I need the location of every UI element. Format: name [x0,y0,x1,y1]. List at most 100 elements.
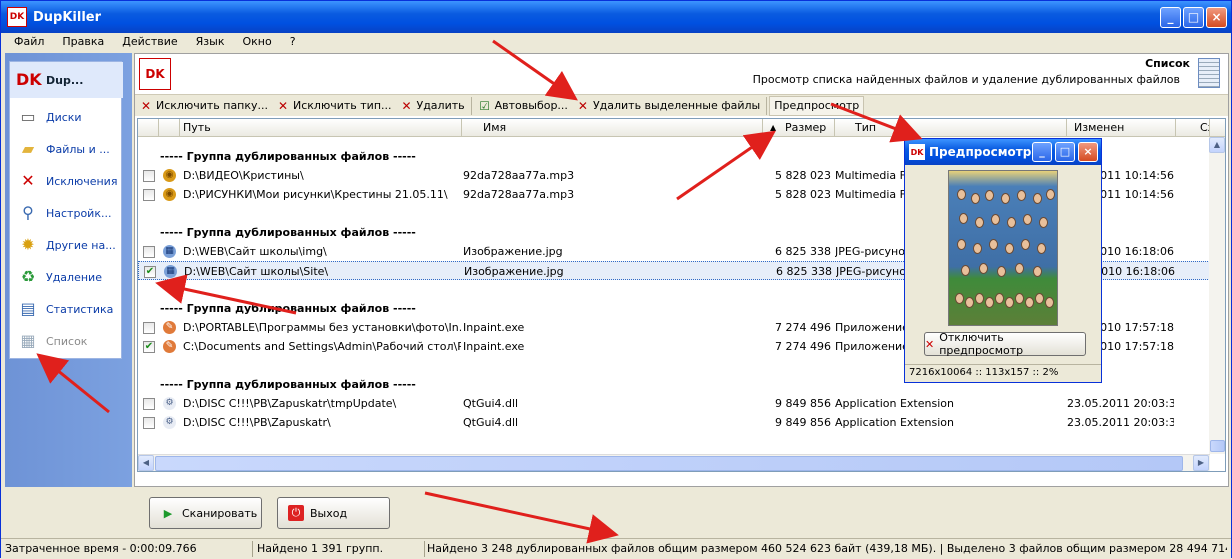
delete-selected-button[interactable]: ✕ Удалить выделенные файлы [572,96,764,116]
menu-file[interactable]: Файл [14,35,44,48]
nav-item-files[interactable]: ▰ Файлы и ... [10,134,123,164]
row-checkbox[interactable] [143,398,155,410]
menu-action[interactable]: Действие [122,35,177,48]
preview-label: Предпросмотр [774,99,860,112]
column-header-type[interactable]: Тип [835,119,1067,137]
preview-title-bar[interactable]: DK Предпросмотр _ □ × [905,139,1101,165]
nav-item-label: Список [46,334,88,348]
scroll-left-button[interactable]: ◀ [138,455,154,471]
nav-header[interactable]: DK Dup... [10,62,123,98]
status-elapsed: Затраченное время - 0:00:09.766 [5,542,197,555]
menu-help[interactable]: ? [290,35,296,48]
cell-type: Application Extension [835,416,954,429]
auto-select-button[interactable]: ☑ Автовыбор... [474,96,572,116]
cell-name: Inpaint.exe [463,340,525,353]
vertical-scroll-thumb[interactable] [1210,440,1225,452]
nav-item-exclusions[interactable]: ✕ Исключения [10,166,123,196]
exclude-folder-label: Исключить папку... [156,99,269,112]
preview-maximize-button[interactable]: □ [1055,142,1075,162]
cell-path: D:\WEB\Сайт школы\img\ [183,245,327,258]
cell-path: D:\PORTABLE\Программы без установки\фото… [183,321,461,334]
exclude-folder-button[interactable]: ✕ Исключить папку... [135,96,272,116]
horizontal-scroll-thumb[interactable] [155,456,1183,471]
nav-item-disks[interactable]: ▭ Диски [10,102,123,132]
gears-icon: ✹ [21,235,35,254]
vertical-scrollbar[interactable]: ▲ [1209,137,1225,454]
table-header: Путь Имя ▲ Размер Тип Изменен Сх [138,119,1225,137]
row-checkbox[interactable] [143,322,155,334]
menu-language[interactable]: Язык [196,35,225,48]
app-icon: ✎ [163,340,176,353]
nav-item-label: Удаление [46,270,102,284]
preview-close-button[interactable]: × [1078,142,1098,162]
scroll-up-button[interactable]: ▲ [1209,137,1225,153]
preview-window: DK Предпросмотр _ □ × ✕ Отключить предпр… [904,138,1102,383]
nav-item-delete[interactable]: ♻ Удаление [10,262,123,292]
close-button[interactable]: × [1206,7,1227,28]
column-header-size-label: Размер [785,121,827,134]
delete-button[interactable]: ✕ Удалить [396,96,469,116]
maximize-button[interactable]: □ [1183,7,1204,28]
column-header-path[interactable]: Путь [180,119,462,137]
dupkiller-logo-icon: DK [16,70,42,89]
toolbar: ✕ Исключить папку... ✕ Исключить тип... ✕ У… [135,94,1228,116]
recycle-icon: ♻ [20,267,36,286]
scan-label: Сканировать [182,506,258,520]
status-bar: Затраченное время - 0:00:09.766 Найдено … [1,538,1231,558]
menu-edit[interactable]: Правка [62,35,104,48]
horizontal-scrollbar[interactable]: ◀ ▶ [138,454,1210,471]
exclude-type-button[interactable]: ✕ Исключить тип... [272,96,395,116]
column-header-icon[interactable] [159,119,180,137]
cell-name: QtGui4.dll [463,416,519,429]
exclude-type-label: Исключить тип... [293,99,392,112]
disable-preview-button[interactable]: ✕ Отключить предпросмотр [924,331,1086,357]
dll-icon: ⚙ [163,397,176,410]
scan-button[interactable]: ▶ Сканировать [149,497,262,529]
cell-type: Application Extension [835,397,954,410]
nav-item-settings[interactable]: ⚲ Настройк... [10,198,123,228]
preview-toggle-button[interactable]: Предпросмотр [769,95,865,116]
menu-window[interactable]: Окно [242,35,271,48]
row-checkbox[interactable]: ✔ [143,341,155,353]
nav-item-label: Статистика [46,302,114,316]
exclude-folder-icon: ✕ [140,98,152,113]
title-bar[interactable]: DK DupKiller _ □ × [1,1,1231,33]
column-header-name[interactable]: Имя [462,119,763,137]
row-checkbox[interactable] [143,170,155,182]
exit-button[interactable]: ⏻ Выход [277,497,390,529]
scroll-right-button[interactable]: ▶ [1193,455,1209,471]
nav-item-list[interactable]: ▦ Список [10,326,123,356]
preview-minimize-button[interactable]: _ [1032,142,1052,162]
cell-size: 9 849 856 [775,416,831,429]
disable-preview-label: Отключить предпросмотр [939,331,1024,357]
status-divider [424,541,425,557]
column-header-checkbox[interactable] [138,119,159,137]
nav-item-statistics[interactable]: ▤ Статистика [10,294,123,324]
auto-select-icon: ☑ [479,98,490,113]
column-header-similarity[interactable]: Сх [1176,119,1210,137]
app-icon: ✎ [163,321,176,334]
row-checkbox[interactable] [143,417,155,429]
column-header-size[interactable]: ▲ Размер [763,119,835,137]
table-row[interactable]: ⚙ D:\DISC C!!!\PB\Zapuskatr\tmpUpdate\ QtG… [138,394,1210,413]
exclusion-icon: ✕ [21,171,35,190]
cell-name: QtGui4.dll [463,397,519,410]
cell-size: 7 274 496 [775,321,831,334]
nav-item-label: Настройк... [46,206,112,220]
minimize-button[interactable]: _ [1160,7,1181,28]
group-header-label: ----- Группа дублированных файлов ----- [160,226,416,239]
row-checkbox[interactable]: ✔ [144,266,156,278]
table-row[interactable]: ⚙ D:\DISC C!!!\PB\Zapuskatr\ QtGui4.dll 9 8… [138,413,1210,432]
toolbar-separator [766,96,768,115]
row-checkbox[interactable] [143,189,155,201]
auto-select-label: Автовыбор... [494,99,568,112]
cell-path: D:\ВИДЕО\Кристины\ [183,169,304,182]
column-header-modified[interactable]: Изменен [1067,119,1176,137]
row-checkbox[interactable] [143,246,155,258]
window-title: DupKiller [33,9,102,25]
nav-item-other[interactable]: ✹ Другие на... [10,230,123,260]
cell-name: Изображение.jpg [463,245,563,258]
play-icon: ▶ [163,506,173,520]
preview-info: 7216x10064 :: 113x157 :: 2% [905,364,1101,382]
cell-name: 92da728aa77a.mp3 [463,169,575,182]
